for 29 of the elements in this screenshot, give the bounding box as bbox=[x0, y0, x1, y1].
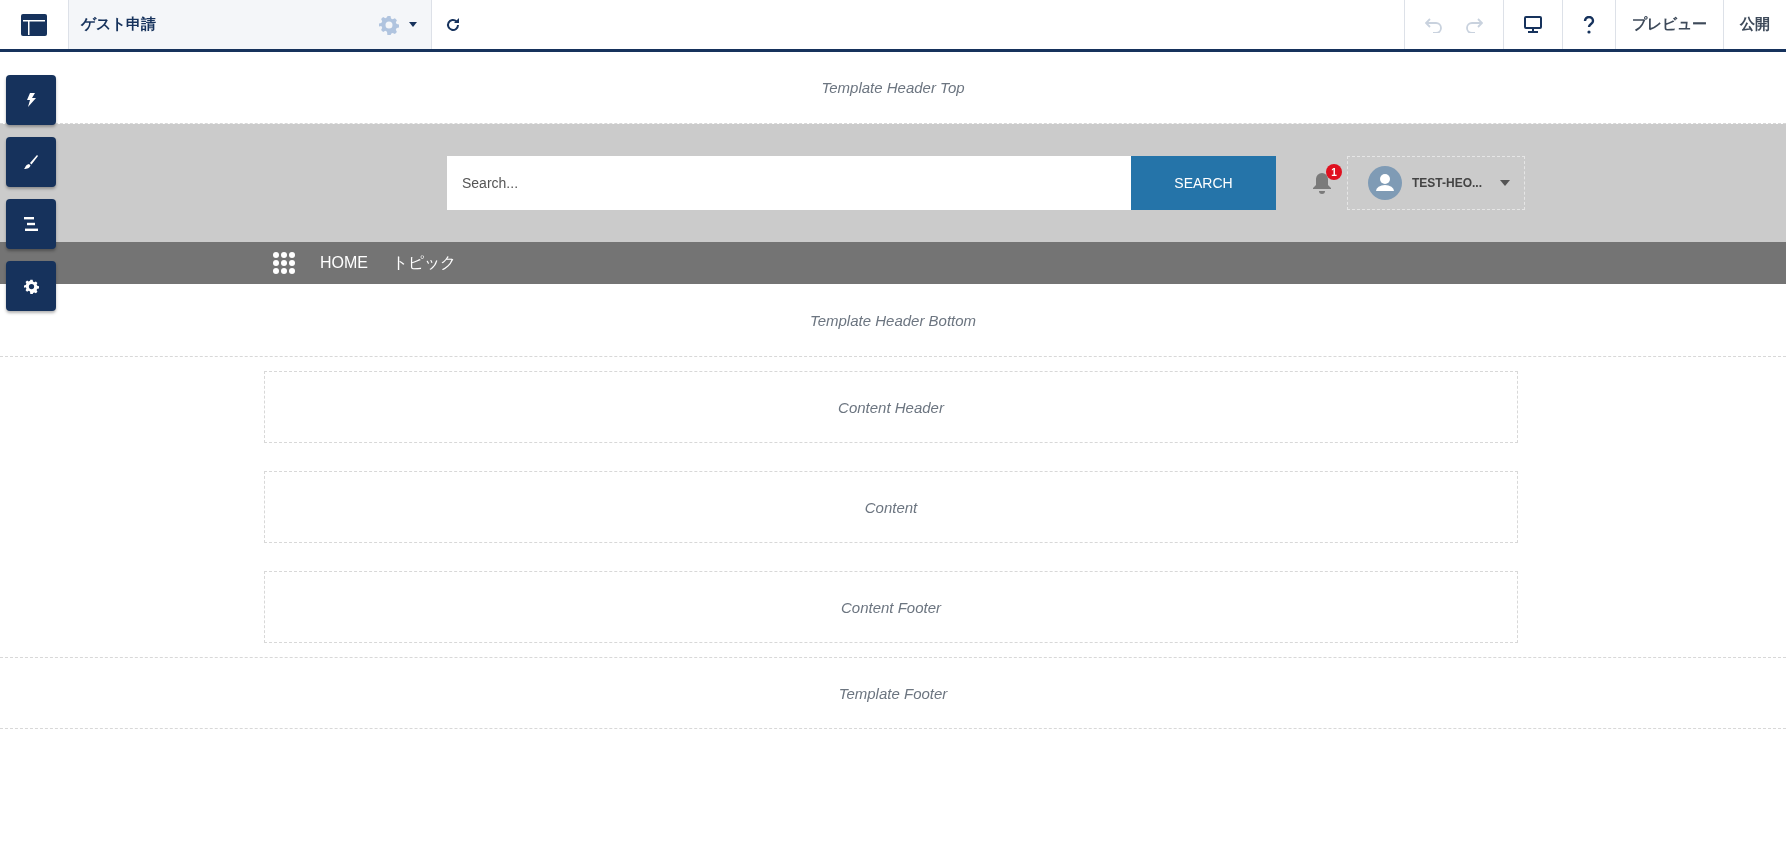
search-button[interactable]: SEARCH bbox=[1131, 156, 1276, 210]
page-name: ゲスト申請 bbox=[81, 15, 157, 34]
region-label: Template Header Bottom bbox=[809, 311, 977, 329]
region-label: Template Footer bbox=[838, 684, 948, 702]
nav-link[interactable]: HOME bbox=[320, 254, 368, 272]
nav-link[interactable]: トピック bbox=[392, 252, 456, 274]
bell-icon[interactable] bbox=[1312, 172, 1332, 194]
layout-icon[interactable] bbox=[21, 13, 47, 36]
app-launcher-icon[interactable] bbox=[272, 251, 296, 275]
avatar-icon bbox=[1368, 166, 1402, 200]
region-label: Content bbox=[864, 498, 918, 516]
notification-badge: 1 bbox=[1326, 164, 1342, 180]
search-field[interactable]: Search... bbox=[447, 156, 1131, 210]
user-menu[interactable]: TEST-HEO... bbox=[1347, 156, 1525, 210]
region-label: Content Footer bbox=[840, 598, 942, 616]
tool-button[interactable] bbox=[6, 261, 56, 311]
settings-icon bbox=[23, 278, 39, 294]
tool-button[interactable] bbox=[6, 75, 56, 125]
page-selector[interactable]: ゲスト申請 bbox=[68, 0, 432, 49]
brush-icon bbox=[24, 155, 38, 169]
caret-icon[interactable] bbox=[409, 22, 417, 27]
lightning-icon bbox=[26, 93, 36, 107]
help-icon[interactable] bbox=[1583, 15, 1595, 34]
user-name: TEST-HEO... bbox=[1412, 176, 1482, 190]
list-icon bbox=[24, 217, 38, 231]
desktop-icon[interactable] bbox=[1524, 15, 1542, 34]
region-label: Template Header Top bbox=[821, 79, 965, 96]
region-label: Content Header bbox=[838, 398, 944, 416]
tool-button[interactable] bbox=[6, 199, 56, 249]
